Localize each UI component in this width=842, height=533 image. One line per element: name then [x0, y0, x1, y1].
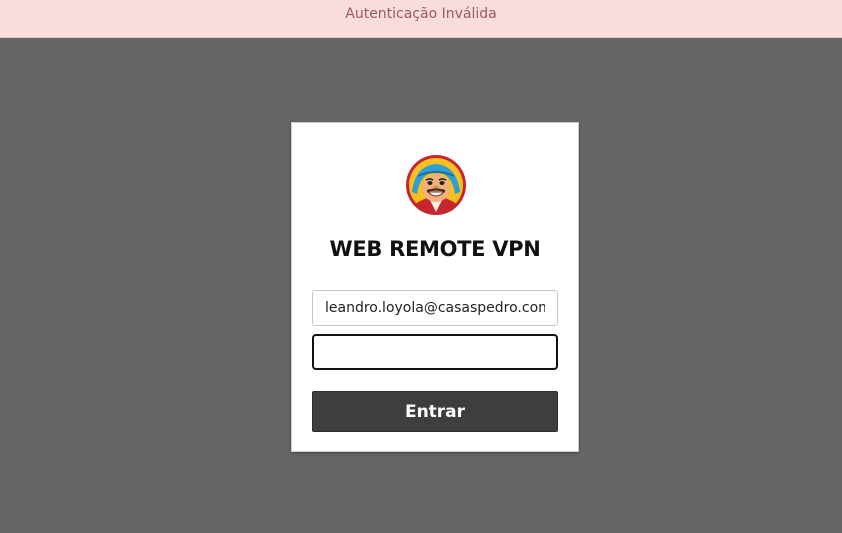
password-field[interactable]	[312, 334, 558, 370]
login-button[interactable]: Entrar	[312, 391, 558, 432]
error-banner: Autenticação Inválida	[0, 0, 842, 38]
login-card: WEB REMOTE VPN Entrar	[291, 122, 579, 452]
email-field[interactable]	[312, 290, 558, 326]
error-message: Autenticação Inválida	[345, 6, 497, 22]
mascot-logo-icon	[406, 155, 466, 215]
page-title: WEB REMOTE VPN	[329, 237, 541, 261]
